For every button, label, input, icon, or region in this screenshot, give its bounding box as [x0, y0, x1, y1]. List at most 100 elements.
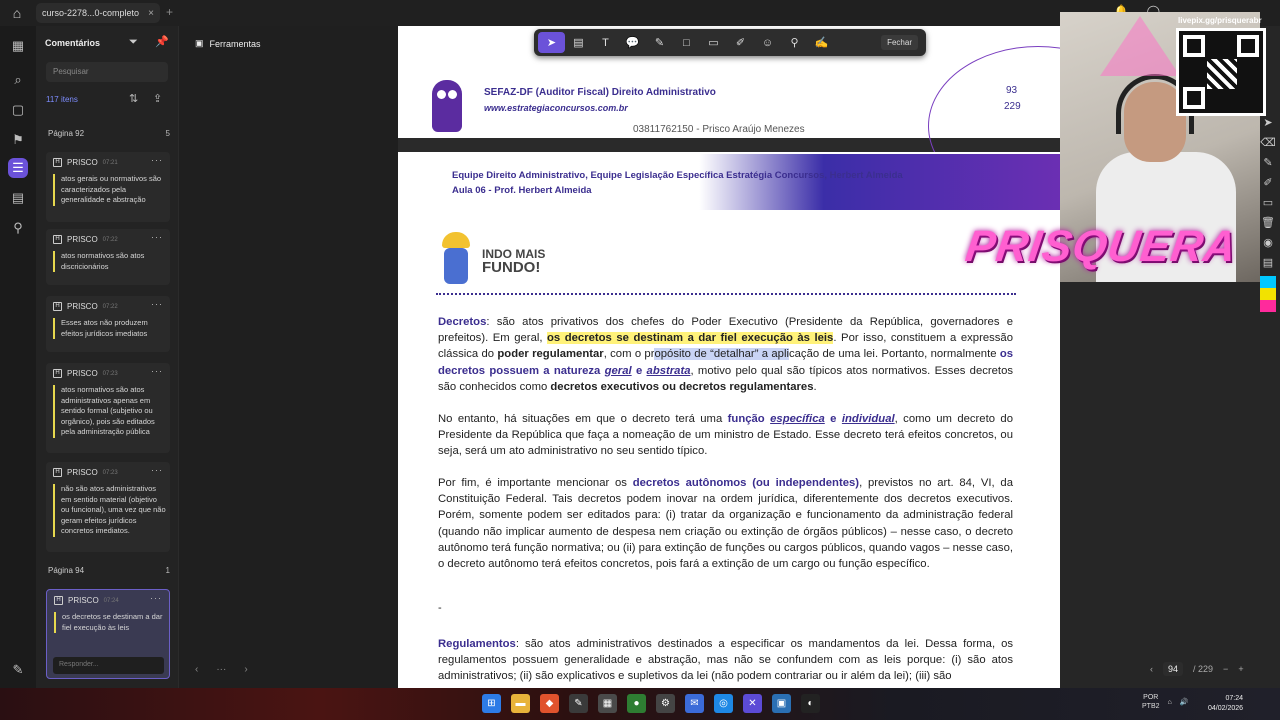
comment-card[interactable]: H PRISCO 07:23 ··· não são atos administ… [46, 462, 170, 552]
decorative-triangle [1100, 16, 1180, 76]
calculator-icon[interactable]: ▦ [598, 694, 617, 713]
reply-input[interactable]: Responder... [53, 657, 164, 674]
comment-author: PRISCO [67, 235, 98, 244]
comment-card[interactable]: H PRISCO 07:21 ··· atos gerais ou normat… [46, 152, 170, 222]
network-icon[interactable]: ⌂ [1168, 699, 1172, 706]
text-box-tool-icon[interactable]: ▤ [565, 32, 592, 53]
obs-icon[interactable]: ◐ [801, 694, 820, 713]
mail-icon[interactable]: ✉ [685, 694, 704, 713]
highlight-icon: H [53, 235, 62, 244]
comment-header: H PRISCO 07:23 [53, 369, 118, 378]
owl-logo [432, 80, 462, 132]
paragraph-funcao-especifica: No entanto, há situações em que o decret… [438, 413, 1013, 458]
comments-search-input[interactable]: Pesquisar [46, 62, 168, 82]
filter-icon[interactable]: ⏷ [129, 36, 138, 49]
app-window: ⌂ curso-2278...0-completo × + 🔔 ◯ ▦ ⌕ ▢ … [0, 0, 1280, 688]
close-toolbar-button[interactable]: Fechar [881, 35, 918, 50]
home-icon[interactable]: ⌂ [0, 0, 34, 26]
left-icon-rail: ▦ ⌕ ▢ ⚑ ☰ ▤ ⚲ ✎ [0, 26, 36, 688]
volume-icon[interactable]: 🔊 [1180, 698, 1189, 706]
pin-icon[interactable]: 📌 [155, 35, 169, 48]
tools-panel-title: Ferramentas [209, 38, 261, 49]
marker-icon[interactable]: ✐ [1263, 176, 1272, 189]
keyboard-layout[interactable]: POR PTB2 [1142, 693, 1160, 711]
page-number-input[interactable]: 94 [1163, 662, 1184, 676]
highlight-icon: H [53, 158, 62, 167]
clock[interactable]: 07:24 04/02/2026 [1208, 694, 1243, 714]
export-icon[interactable]: ⇪ [153, 92, 162, 105]
document-icon[interactable]: ▤ [8, 188, 28, 208]
stamp-tool-icon[interactable]: ⚲ [781, 32, 808, 53]
search-icon[interactable]: ⌕ [8, 70, 28, 90]
sticker-tool-icon[interactable]: ☺ [754, 32, 781, 53]
pen-icon[interactable]: ✎ [1263, 156, 1272, 169]
signature-tool-icon[interactable]: ✍ [808, 32, 835, 53]
chevron-right-icon[interactable]: › [244, 664, 247, 675]
comments-panel-title: Comentários [45, 38, 101, 48]
shape-tool-icon[interactable]: □ [673, 32, 700, 53]
comment-card-selected[interactable]: H PRISCO 07:24 ··· os decretos se destin… [46, 589, 170, 679]
dotted-divider [436, 293, 1016, 295]
pen-tool-icon[interactable]: ✎ [646, 32, 673, 53]
brave-browser-icon[interactable]: ◆ [540, 694, 559, 713]
color-palette[interactable] [1260, 276, 1276, 312]
comment-card[interactable]: H PRISCO 07:22 ··· atos normativos são a… [46, 229, 170, 285]
camera-icon[interactable]: ◉ [1263, 236, 1273, 249]
edit-icon[interactable]: ✎ [569, 694, 588, 713]
document-tab[interactable]: curso-2278...0-completo × [36, 3, 160, 23]
page-group-header[interactable]: Página 92 5 [48, 129, 170, 138]
comments-count: 117 itens [46, 95, 78, 104]
cursor-icon[interactable]: ➤ [1263, 116, 1272, 129]
lang-primary: POR [1143, 694, 1159, 701]
new-tab-button[interactable]: + [166, 5, 173, 19]
comment-text: atos gerais ou normativos são caracteriz… [53, 174, 166, 206]
more-icon[interactable]: ··· [150, 593, 162, 603]
prev-page-icon[interactable]: ‹ [1150, 664, 1153, 674]
pdf-app-icon[interactable]: ✕ [743, 694, 762, 713]
os-taskbar: ⊞ ▬ ◆ ✎ ▦ ● ⚙ ✉ ◎ ✕ ▣ ◐ POR PTB2 ⌂ 🔊 07:… [0, 688, 1280, 720]
page-header-title: SEFAZ-DF (Auditor Fiscal) Direito Admini… [484, 87, 716, 98]
text-tool-icon[interactable]: T [592, 32, 619, 53]
sign-icon[interactable]: ✎ [8, 660, 28, 680]
sort-icon[interactable]: ⇅ [129, 92, 138, 105]
comment-header: H PRISCO 07:22 [53, 235, 118, 244]
page-group-count: 5 [165, 129, 170, 138]
comment-author: PRISCO [68, 596, 99, 605]
zoom-in-icon[interactable]: + [1238, 664, 1243, 674]
file-explorer-icon[interactable]: ▬ [511, 694, 530, 713]
comment-time: 07:22 [102, 236, 118, 243]
app-icon[interactable]: ● [627, 694, 646, 713]
comments-icon[interactable]: ☰ [8, 158, 28, 178]
more-icon[interactable]: ··· [151, 465, 163, 475]
more-icon[interactable]: ··· [151, 155, 163, 165]
document-viewer[interactable]: SEFAZ-DF (Auditor Fiscal) Direito Admini… [398, 26, 1060, 688]
more-icon[interactable]: ··· [216, 664, 226, 675]
ruler-icon[interactable]: ▭ [1263, 196, 1273, 209]
page-owner-watermark: 03811762150 - Prisco Araújo Menezes [633, 124, 805, 135]
trash-icon[interactable]: 🗑 [1261, 216, 1275, 229]
more-icon[interactable]: ··· [151, 299, 163, 309]
pages-icon[interactable]: ▢ [8, 100, 28, 120]
page-group-header[interactable]: Página 94 1 [48, 566, 170, 575]
remote-icon[interactable]: ▣ [772, 694, 791, 713]
comment-tool-icon[interactable]: 💬 [619, 32, 646, 53]
attachment-icon[interactable]: ⚲ [8, 218, 28, 238]
highlight-tool-icon[interactable]: ▭ [700, 32, 727, 53]
grid-icon[interactable]: ▦ [8, 36, 28, 56]
tab-close-icon[interactable]: × [148, 8, 154, 19]
comment-card[interactable]: H PRISCO 07:22 ··· Esses atos não produz… [46, 296, 170, 352]
marker-tool-icon[interactable]: ✐ [727, 32, 754, 53]
select-tool-icon[interactable]: ➤ [538, 32, 565, 53]
more-icon[interactable]: ··· [151, 232, 163, 242]
bookmark-icon[interactable]: ⚑ [8, 130, 28, 150]
chevron-left-icon[interactable]: ‹ [195, 664, 198, 675]
comment-card[interactable]: H PRISCO 07:23 ··· atos normativos são a… [46, 363, 170, 453]
clipboard-icon[interactable]: ▤ [1263, 256, 1273, 269]
browser-icon[interactable]: ◎ [714, 694, 733, 713]
zoom-out-icon[interactable]: − [1223, 664, 1228, 674]
page-header-team: Equipe Direito Administrativo, Equipe Le… [452, 170, 903, 181]
settings-icon[interactable]: ⚙ [656, 694, 675, 713]
start-icon[interactable]: ⊞ [482, 694, 501, 713]
more-icon[interactable]: ··· [151, 366, 163, 376]
eraser-icon[interactable]: ⌫ [1260, 136, 1276, 149]
